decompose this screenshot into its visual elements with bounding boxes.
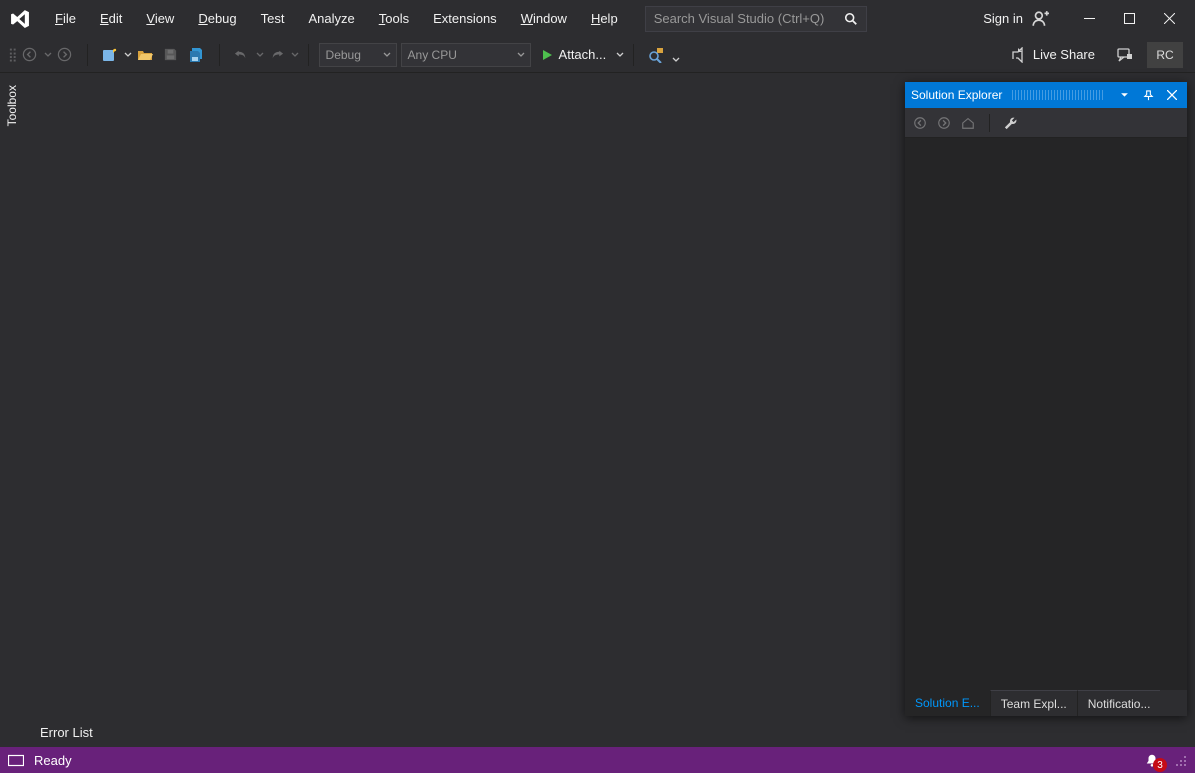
minimize-button[interactable] <box>1069 5 1109 33</box>
solution-platform-dropdown[interactable]: Any CPU <box>401 43 531 67</box>
se-properties-button[interactable] <box>1004 116 1018 130</box>
menu-view[interactable]: View <box>135 7 185 30</box>
menu-edit[interactable]: Edit <box>89 7 133 30</box>
panel-close-button[interactable] <box>1163 86 1181 104</box>
error-list-tab[interactable]: Error List <box>30 721 103 747</box>
tab-notifications[interactable]: Notificatio... <box>1077 690 1161 716</box>
tab-solution-explorer[interactable]: Solution E... <box>905 690 990 716</box>
menu-window[interactable]: Window <box>510 7 578 30</box>
solution-explorer-title: Solution Explorer <box>911 88 1002 102</box>
solution-config-value: Debug <box>326 48 361 62</box>
user-icon <box>1031 10 1049 28</box>
pin-button[interactable] <box>1139 86 1157 104</box>
tab-team-explorer[interactable]: Team Expl... <box>990 690 1077 716</box>
solution-explorer-tree[interactable] <box>905 138 1187 690</box>
se-back-button[interactable] <box>913 116 927 130</box>
open-file-button[interactable] <box>133 43 157 67</box>
menu-extensions[interactable]: Extensions <box>422 7 508 30</box>
profile-badge[interactable]: RC <box>1147 42 1183 68</box>
feedback-button[interactable] <box>1113 43 1137 67</box>
vs-logo-icon <box>8 7 32 31</box>
start-attach-button[interactable]: Attach... <box>535 43 613 67</box>
left-dock: Toolbox <box>0 73 24 715</box>
status-bar: Ready 3 <box>0 747 1195 773</box>
save-button[interactable] <box>159 43 183 67</box>
profile-initials: RC <box>1156 48 1173 62</box>
status-text: Ready <box>34 753 72 768</box>
title-bar: File Edit View Debug Test Analyze Tools … <box>0 0 1195 37</box>
quick-launch-search[interactable]: Search Visual Studio (Ctrl+Q) <box>645 6 867 32</box>
share-icon <box>1009 47 1025 63</box>
nav-back-button[interactable] <box>18 43 42 67</box>
menu-test[interactable]: Test <box>250 7 296 30</box>
solution-explorer-panel: Solution Explorer Solution E... Team Exp… <box>905 82 1187 716</box>
standard-toolbar: ⣿ Debug <box>0 37 1195 73</box>
find-in-files-button[interactable] <box>644 43 668 67</box>
live-share-button[interactable]: Live Share <box>1001 41 1103 69</box>
maximize-button[interactable] <box>1109 5 1149 33</box>
undo-button[interactable] <box>230 43 254 67</box>
search-icon <box>844 12 858 26</box>
window-controls <box>1069 5 1189 33</box>
menu-tools[interactable]: Tools <box>368 7 420 30</box>
menu-file[interactable]: File <box>44 7 87 30</box>
chevron-down-icon[interactable] <box>616 51 623 58</box>
solution-config-dropdown[interactable]: Debug <box>319 43 397 67</box>
notifications-button[interactable]: 3 <box>1141 750 1163 770</box>
main-area: Toolbox Solution Explorer Solution E... … <box>0 73 1195 715</box>
drag-handle-icon <box>1012 90 1105 100</box>
attach-label: Attach... <box>559 47 607 62</box>
solution-explorer-toolbar <box>905 108 1187 138</box>
chevron-down-icon[interactable] <box>291 51 298 58</box>
grip-dots-icon: ⣿ <box>8 47 16 63</box>
redo-button[interactable] <box>265 43 289 67</box>
solution-explorer-tabs: Solution E... Team Expl... Notificatio..… <box>905 690 1187 716</box>
resize-grip-icon[interactable] <box>1173 753 1187 767</box>
nav-forward-button[interactable] <box>53 43 77 67</box>
close-button[interactable] <box>1149 5 1189 33</box>
chevron-down-icon[interactable] <box>256 51 263 58</box>
play-icon <box>541 49 553 61</box>
search-placeholder: Search Visual Studio (Ctrl+Q) <box>654 11 844 26</box>
menu-help[interactable]: Help <box>580 7 629 30</box>
chevron-down-icon[interactable] <box>124 51 131 58</box>
live-share-label: Live Share <box>1033 47 1095 62</box>
se-forward-button[interactable] <box>937 116 951 130</box>
panel-options-button[interactable] <box>1115 86 1133 104</box>
notification-count: 3 <box>1153 758 1167 772</box>
sign-in-button[interactable]: Sign in <box>983 10 1049 28</box>
toolbox-tab[interactable]: Toolbox <box>5 79 19 132</box>
save-all-button[interactable] <box>185 43 209 67</box>
window-mode-icon[interactable] <box>8 753 24 767</box>
bottom-dock: Error List <box>0 715 1195 747</box>
chevron-down-icon <box>383 51 390 58</box>
menu-debug[interactable]: Debug <box>187 7 247 30</box>
new-project-button[interactable] <box>98 43 122 67</box>
sign-in-label: Sign in <box>983 11 1023 26</box>
se-home-button[interactable] <box>961 116 975 130</box>
main-menu: File Edit View Debug Test Analyze Tools … <box>44 7 629 30</box>
solution-explorer-titlebar[interactable]: Solution Explorer <box>905 82 1187 108</box>
menu-analyze[interactable]: Analyze <box>297 7 365 30</box>
chevron-down-icon <box>517 51 524 58</box>
chevron-down-icon[interactable] <box>44 51 51 58</box>
solution-platform-value: Any CPU <box>408 48 457 62</box>
chevron-down-icon[interactable] <box>672 56 679 63</box>
